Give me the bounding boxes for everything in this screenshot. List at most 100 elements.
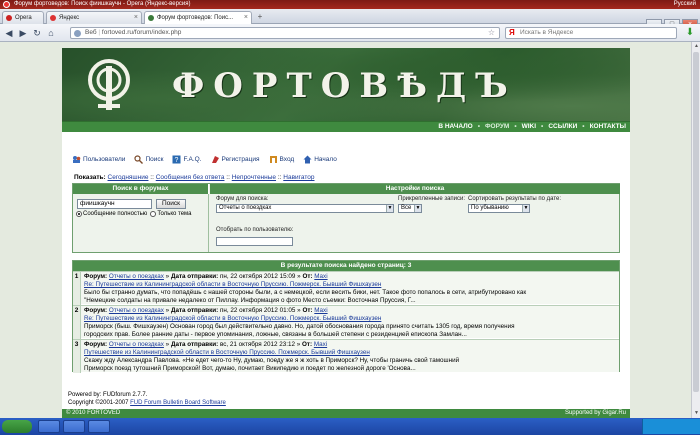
- search-input[interactable]: фиишкаучн: [77, 199, 152, 209]
- bookmark-star-icon[interactable]: ☆: [488, 28, 495, 38]
- site-title: ФОРТОВѢДЪ: [172, 66, 517, 106]
- register-icon: [211, 156, 219, 163]
- tab-opera[interactable]: Opera: [2, 11, 44, 24]
- search-header: Поиск в форумах: [73, 184, 209, 194]
- tab-label: Форум фортоведов: Поис...: [157, 15, 234, 21]
- windows-taskbar: [0, 418, 700, 435]
- toolbar-users[interactable]: Пользователи: [72, 155, 125, 164]
- forum-select[interactable]: Отчеты о поездках ▼: [216, 204, 394, 213]
- sort-select[interactable]: По убыванию ▼: [468, 204, 530, 213]
- result-date: пн, 22 октября 2012 01:05: [219, 307, 296, 314]
- link-today[interactable]: Сегодняшние: [108, 174, 149, 181]
- forum-toolbar: Пользователи Поиск ? F.A.Q. Регистрация …: [72, 155, 337, 164]
- fudforum-link[interactable]: FUD Forum Bulletin Board Software: [130, 400, 226, 406]
- taskbar-app[interactable]: [63, 420, 85, 433]
- taskbar-app[interactable]: [88, 420, 110, 433]
- nav-link-links[interactable]: ССЫЛКИ: [548, 122, 577, 132]
- radio-subject-only[interactable]: Только тема: [150, 211, 192, 217]
- start-button[interactable]: [2, 420, 32, 433]
- home-icon[interactable]: ⌂: [45, 27, 57, 39]
- scroll-down-icon[interactable]: ▼: [692, 409, 700, 418]
- result-snippet: Приморск (быш. Фишхаузен) Основан город …: [84, 323, 515, 330]
- result-forum-link[interactable]: Отчеты о поездках: [109, 273, 164, 280]
- language-indicator[interactable]: Русский: [674, 0, 696, 9]
- attach-select-label: Прикрепленные записи:: [398, 196, 466, 202]
- powered-line: Powered by: FUDforum 2.7.7.: [68, 392, 148, 398]
- toolbar-home[interactable]: Начало: [303, 155, 337, 164]
- close-tab-icon[interactable]: ×: [134, 12, 138, 24]
- url-text: fortoved.ru/forum/index.php: [101, 29, 182, 36]
- radio-full-message[interactable]: Сообщение полностью: [76, 211, 147, 217]
- toolbar-register[interactable]: Регистрация: [211, 155, 260, 164]
- user-filter-label: Отобрать по пользователю:: [216, 227, 294, 233]
- scrollbar-thumb[interactable]: [693, 52, 699, 392]
- tab-label: Яндекс: [59, 15, 80, 21]
- chevron-down-icon: ▼: [414, 205, 421, 212]
- result-forum-link[interactable]: Отчеты о поездках: [109, 307, 164, 314]
- link-unread[interactable]: Непрочтенные: [232, 174, 276, 181]
- attach-select[interactable]: Все ▼: [398, 204, 422, 213]
- result-author-link[interactable]: Maxi: [314, 273, 327, 280]
- reload-icon[interactable]: ↻: [31, 27, 43, 39]
- yandex-logo-icon: Я: [509, 28, 515, 37]
- result-row: 2 Форум: Отчеты о поездках » Дата отправ…: [73, 305, 619, 339]
- opera-icon: [3, 1, 10, 8]
- link-navigator[interactable]: Навигатор: [283, 174, 314, 181]
- site-container: ФОРТОВѢДЪ В НАЧАЛО • ФОРУМ • WIKI • ССЫЛКИ •…: [62, 48, 630, 418]
- footer-supported[interactable]: Supported by Gigar.Ru: [565, 409, 626, 418]
- nav-link-wiki[interactable]: WIKI: [522, 122, 536, 132]
- tab-forum[interactable]: Форум фортоведов: Поис... ×: [144, 11, 252, 24]
- site-banner: ФОРТОВѢДЪ: [62, 48, 630, 121]
- help-icon: ?: [172, 155, 181, 164]
- forward-arrow-icon[interactable]: ▶: [17, 27, 29, 39]
- result-author-link[interactable]: Maxi: [314, 341, 327, 348]
- link-unanswered[interactable]: Сообщения без ответа: [156, 174, 225, 181]
- scroll-up-icon[interactable]: ▲: [692, 42, 700, 51]
- download-arrow-icon[interactable]: ⬇: [684, 27, 696, 39]
- tab-yandex[interactable]: Яндекс ×: [46, 11, 142, 24]
- fort-emblem-icon: [88, 59, 130, 110]
- radio-dot: [76, 211, 82, 217]
- yandex-search-input[interactable]: Я Искать в Яндексе: [505, 27, 677, 39]
- toolbar-label: Вход: [279, 156, 295, 163]
- result-snippet: "Немецкие солдаты на привале недалеко от…: [84, 297, 416, 304]
- search-icon: [134, 155, 144, 164]
- login-icon: [269, 156, 277, 163]
- nav-link-home[interactable]: В НАЧАЛО: [438, 122, 472, 132]
- show-label: Показать:: [74, 174, 106, 181]
- taskbar-app[interactable]: [38, 420, 60, 433]
- search-query-cell: фиишкаучн Поиск Сообщение полностью Толь…: [73, 194, 209, 252]
- toolbar-label: Начало: [314, 156, 337, 163]
- result-forum-link[interactable]: Отчеты о поездках: [109, 341, 164, 348]
- user-filter-input[interactable]: [216, 237, 293, 246]
- toolbar-label: Пользователи: [83, 156, 126, 163]
- search-settings-header: Настройки поиска: [210, 184, 620, 194]
- search-results: В результате поиска найдено страниц: 3 1…: [72, 260, 620, 373]
- search-settings-cell: Форум для поиска: Отчеты о поездках ▼ Пр…: [210, 194, 620, 252]
- result-topic-link[interactable]: Путешествие из Калининградской области в…: [84, 349, 616, 357]
- result-number: 1: [73, 272, 81, 305]
- result-topic-link[interactable]: Re: Путешествие из Калининградской облас…: [84, 315, 616, 323]
- vertical-scrollbar[interactable]: ▲ ▼: [691, 42, 700, 418]
- system-tray: [642, 419, 700, 434]
- toolbar-login[interactable]: Вход: [269, 155, 295, 164]
- site-top-nav: В НАЧАЛО • ФОРУМ • WIKI • ССЫЛКИ • КОНТАКТЫ: [62, 121, 630, 132]
- new-tab-button[interactable]: +: [254, 12, 266, 23]
- result-row: 1 Форум: Отчеты о поездках » Дата отправ…: [73, 271, 619, 305]
- toolbar-faq[interactable]: ? F.A.Q.: [172, 155, 202, 164]
- home-icon: [303, 155, 312, 164]
- footer-copyright: © 2010 FORTOVED: [66, 410, 121, 416]
- nav-link-contacts[interactable]: КОНТАКТЫ: [590, 122, 626, 132]
- address-bar[interactable]: Веб | fortoved.ru/forum/index.php ☆: [70, 27, 500, 39]
- back-arrow-icon[interactable]: ◀: [3, 27, 15, 39]
- toolbar-search[interactable]: Поиск: [134, 155, 163, 164]
- close-tab-icon[interactable]: ×: [244, 12, 248, 24]
- result-snippet: Было бы странно думать, что попадёшь с н…: [84, 289, 527, 296]
- system-tray-top: Русский: [674, 0, 696, 9]
- site-info-icon[interactable]: [74, 30, 81, 37]
- nav-link-forum[interactable]: ФОРУМ: [485, 122, 509, 132]
- search-button[interactable]: Поиск: [156, 199, 186, 209]
- result-author-link[interactable]: Maxi: [314, 307, 327, 314]
- chevron-down-icon: ▼: [522, 205, 529, 212]
- result-topic-link[interactable]: Re: Путешествие из Калининградской облас…: [84, 281, 616, 289]
